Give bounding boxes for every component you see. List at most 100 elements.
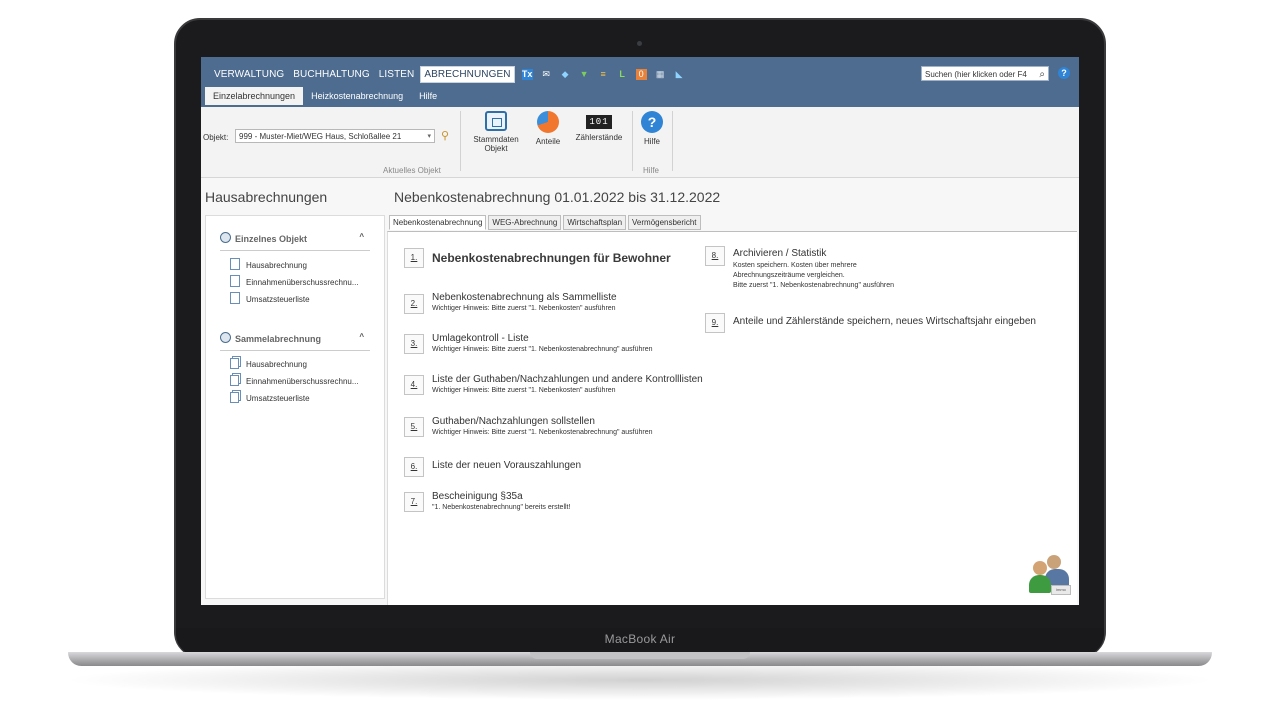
step-title[interactable]: Liste der neuen Vorauszahlungen bbox=[432, 460, 581, 471]
stammdaten-objekt-button[interactable]: Stammdaten Objekt bbox=[466, 111, 526, 153]
toolbar-icons: Tx ✉ ◆ ▼ ≡ L 0 ▦ ◣ bbox=[521, 69, 685, 80]
step-title[interactable]: Archivieren / Statistik bbox=[733, 248, 826, 259]
list-item-label: Einnahmenüberschussrechnu... bbox=[246, 377, 359, 386]
step-number[interactable]: 3. bbox=[404, 334, 424, 354]
step-number[interactable]: 4. bbox=[404, 375, 424, 395]
step-number[interactable]: 1. bbox=[404, 248, 424, 268]
step-3[interactable]: 3. Umlagekontroll - Liste Wichtiger Hinw… bbox=[404, 332, 724, 362]
pie-chart-icon bbox=[537, 111, 559, 133]
menu-listen[interactable]: LISTEN bbox=[376, 67, 418, 82]
step-number[interactable]: 9. bbox=[705, 313, 725, 333]
menu-buchhaltung[interactable]: BUCHHALTUNG bbox=[290, 67, 372, 82]
person-head-icon bbox=[1047, 555, 1061, 569]
step-title[interactable]: Umlagekontroll - Liste bbox=[432, 333, 529, 344]
ribbon-separator bbox=[632, 111, 633, 171]
step-1[interactable]: 1. Nebenkostenabrechnungen für Bewohner bbox=[404, 248, 704, 272]
step-note-line: Bitte zuerst "1. Nebenkostenabrechnung" … bbox=[733, 282, 895, 289]
step-number[interactable]: 8. bbox=[705, 246, 725, 266]
step-number[interactable]: 5. bbox=[404, 417, 424, 437]
step-7[interactable]: 7. Bescheinigung §35a "1. Nebenkostenabr… bbox=[404, 490, 704, 518]
step-2[interactable]: 2. Nebenkostenabrechnung als Sammelliste… bbox=[404, 290, 704, 320]
document-icon bbox=[230, 275, 240, 287]
list-item[interactable]: Umsatzsteuerliste bbox=[230, 292, 310, 304]
object-select-value: 999 - Muster-Miet/WEG Haus, Schloßallee … bbox=[239, 132, 402, 141]
tab-nebenkostenabrechnung[interactable]: Nebenkostenabrechnung bbox=[389, 215, 487, 230]
download-icon[interactable]: ▼ bbox=[579, 69, 590, 80]
laptop-notch bbox=[530, 652, 750, 659]
step-6[interactable]: 6. Liste der neuen Vorauszahlungen bbox=[404, 457, 704, 479]
step-title[interactable]: Liste der Guthaben/Nachzahlungen und and… bbox=[432, 374, 703, 385]
person-body-icon bbox=[1029, 575, 1051, 593]
group-label-current-object: Aktuelles Objekt bbox=[383, 166, 441, 175]
step-note: Wichtiger Hinweis: Bitte zuerst "1. Nebe… bbox=[432, 305, 616, 312]
documents-icon bbox=[230, 392, 239, 403]
step-9[interactable]: 9. Anteile und Zählerstände speichern, n… bbox=[705, 313, 1065, 335]
tab-heizkostenabrechnung[interactable]: Heizkostenabrechnung bbox=[303, 87, 411, 105]
documents-icon bbox=[230, 358, 239, 369]
zaehlerstaende-button[interactable]: 101 Zählerstände bbox=[571, 111, 627, 142]
ribbon-separator bbox=[460, 111, 461, 171]
tab-wirtschaftsplan[interactable]: Wirtschaftsplan bbox=[563, 215, 627, 230]
calculator-icon[interactable]: ▦ bbox=[655, 69, 666, 80]
step-4[interactable]: 4. Liste der Guthaben/Nachzahlungen und … bbox=[404, 373, 734, 403]
drop-icon[interactable]: ◆ bbox=[560, 69, 571, 80]
page-title: Nebenkostenabrechnung 01.01.2022 bis 31.… bbox=[394, 189, 721, 205]
step-note: Wichtiger Hinweis: Bitte zuerst "1. Nebe… bbox=[432, 429, 653, 436]
tx-icon[interactable]: Tx bbox=[521, 69, 533, 80]
object-search-icon[interactable]: ⚲ bbox=[441, 129, 449, 142]
step-title[interactable]: Anteile und Zählerstände speichern, neue… bbox=[733, 316, 1036, 327]
hilfe-button[interactable]: ? Hilfe bbox=[637, 111, 667, 146]
list-item[interactable]: Hausabrechnung bbox=[230, 358, 307, 369]
tab-einzelabrechnungen[interactable]: Einzelabrechnungen bbox=[205, 87, 304, 105]
step-note-line: Abrechnungszeiträume vergleichen. bbox=[733, 272, 845, 279]
step-note: Wichtiger Hinweis: Bitte zuerst "1. Nebe… bbox=[432, 346, 653, 353]
main-tabs: Nebenkostenabrechnung WEG-Abrechnung Wir… bbox=[389, 215, 703, 230]
device-label: MacBook Air bbox=[604, 632, 676, 646]
meter-counter-icon: 101 bbox=[586, 115, 612, 129]
group-header[interactable]: Einzelnes Objekt ^ bbox=[220, 232, 370, 251]
chevron-up-icon[interactable]: ^ bbox=[359, 232, 364, 241]
list-item-label: Umsatzsteuerliste bbox=[246, 295, 310, 304]
step-8[interactable]: 8. Archivieren / Statistik Kosten speich… bbox=[705, 246, 965, 296]
list-item[interactable]: Einnahmenüberschussrechnu... bbox=[230, 275, 359, 287]
mail-icon[interactable]: ✉ bbox=[541, 69, 552, 80]
step-title[interactable]: Bescheinigung §35a bbox=[432, 491, 523, 502]
object-select[interactable]: 999 - Muster-Miet/WEG Haus, Schloßallee … bbox=[235, 129, 435, 143]
list-item[interactable]: Umsatzsteuerliste bbox=[230, 392, 310, 403]
group-title: Sammelabrechnung bbox=[235, 334, 322, 344]
list-item-label: Umsatzsteuerliste bbox=[246, 394, 310, 403]
menu-abrechnungen[interactable]: ABRECHNUNGEN bbox=[420, 66, 515, 83]
group-header[interactable]: Sammelabrechnung ^ bbox=[220, 332, 370, 351]
step-title[interactable]: Nebenkostenabrechnung als Sammelliste bbox=[432, 292, 617, 303]
group-label-help: Hilfe bbox=[643, 166, 660, 175]
step-number[interactable]: 7. bbox=[404, 492, 424, 512]
tab-weg-abrechnung[interactable]: WEG-Abrechnung bbox=[488, 215, 562, 230]
step-title[interactable]: Guthaben/Nachzahlungen sollstellen bbox=[432, 416, 595, 427]
app-screen: VERWALTUNG BUCHHALTUNG LISTEN ABRECHNUNG… bbox=[201, 57, 1079, 605]
house-icon bbox=[485, 111, 507, 131]
menu-verwaltung[interactable]: VERWALTUNG bbox=[211, 67, 287, 82]
list-icon[interactable]: ≡ bbox=[598, 69, 609, 80]
camera-icon bbox=[637, 41, 642, 46]
zaehlerstaende-label: Zählerstände bbox=[575, 133, 623, 142]
search-input[interactable]: Suchen (hier klicken oder F4 ⌕ bbox=[921, 66, 1049, 81]
step-title[interactable]: Nebenkostenabrechnungen für Bewohner bbox=[432, 251, 671, 265]
step-number[interactable]: 2. bbox=[404, 294, 424, 314]
ribbon-tabs: Einzelabrechnungen Heizkostenabrechnung … bbox=[205, 87, 445, 105]
tab-vermoegensbericht[interactable]: Vermögensbericht bbox=[628, 215, 701, 230]
list-item[interactable]: Hausabrechnung bbox=[230, 258, 307, 270]
step-note: Wichtiger Hinweis: Bitte zuerst "1. Nebe… bbox=[432, 387, 616, 394]
chevron-up-icon[interactable]: ^ bbox=[359, 332, 364, 341]
counter-icon[interactable]: 0 bbox=[635, 69, 647, 80]
left-panel-title: Hausabrechnungen bbox=[205, 189, 328, 205]
tab-hilfe[interactable]: Hilfe bbox=[411, 87, 445, 105]
anteile-button[interactable]: Anteile bbox=[531, 111, 565, 146]
chart-icon[interactable]: ◣ bbox=[674, 69, 685, 80]
search-icon[interactable]: ⌕ bbox=[1039, 67, 1045, 82]
list-item[interactable]: Einnahmenüberschussrechnu... bbox=[230, 375, 359, 386]
step-5[interactable]: 5. Guthaben/Nachzahlungen sollstellen Wi… bbox=[404, 415, 724, 445]
l-icon[interactable]: L bbox=[617, 69, 628, 80]
step-number[interactable]: 6. bbox=[404, 457, 424, 477]
help-icon[interactable]: ? bbox=[1058, 67, 1070, 79]
person-head-icon bbox=[1033, 561, 1047, 575]
